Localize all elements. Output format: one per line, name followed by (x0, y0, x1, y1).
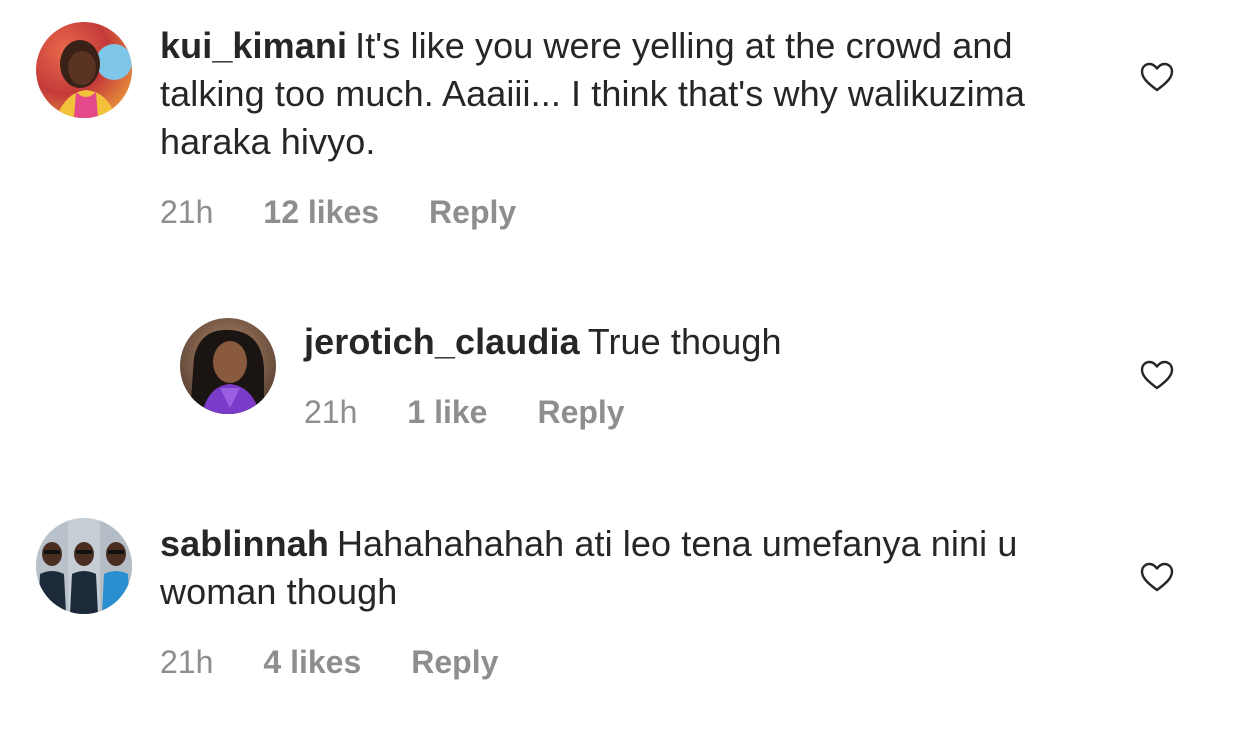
heart-outline-icon[interactable] (1140, 360, 1174, 390)
comment-body: jerotich_claudia True though (304, 318, 1084, 366)
reply-button[interactable]: Reply (429, 192, 516, 232)
comment-time[interactable]: 21h (304, 392, 357, 432)
comment-likes[interactable]: 12 likes (263, 192, 379, 232)
comment-text: True though (587, 321, 782, 362)
comment-likes[interactable]: 1 like (407, 392, 487, 432)
comment-username[interactable]: sablinnah (160, 523, 329, 564)
avatar[interactable] (36, 518, 132, 614)
heart-outline-icon[interactable] (1140, 62, 1174, 92)
comment-meta: 21h 1 like Reply (304, 392, 625, 432)
heart-outline-icon[interactable] (1140, 562, 1174, 592)
avatar[interactable] (180, 318, 276, 414)
comment-likes[interactable]: 4 likes (263, 642, 361, 682)
comment-meta: 21h 4 likes Reply (160, 642, 498, 682)
reply-button[interactable]: Reply (411, 642, 498, 682)
comment-body: sablinnah Hahahahahah ati leo tena umefan… (160, 520, 1040, 616)
comment-meta: 21h 12 likes Reply (160, 192, 516, 232)
comment-time[interactable]: 21h (160, 642, 213, 682)
reply-button[interactable]: Reply (537, 392, 624, 432)
comment-username[interactable]: jerotich_claudia (304, 321, 580, 362)
avatar[interactable] (36, 22, 132, 118)
comment-body: kui_kimani It's like you were yelling at … (160, 22, 1040, 166)
comment-username[interactable]: kui_kimani (160, 25, 347, 66)
comment-time[interactable]: 21h (160, 192, 213, 232)
